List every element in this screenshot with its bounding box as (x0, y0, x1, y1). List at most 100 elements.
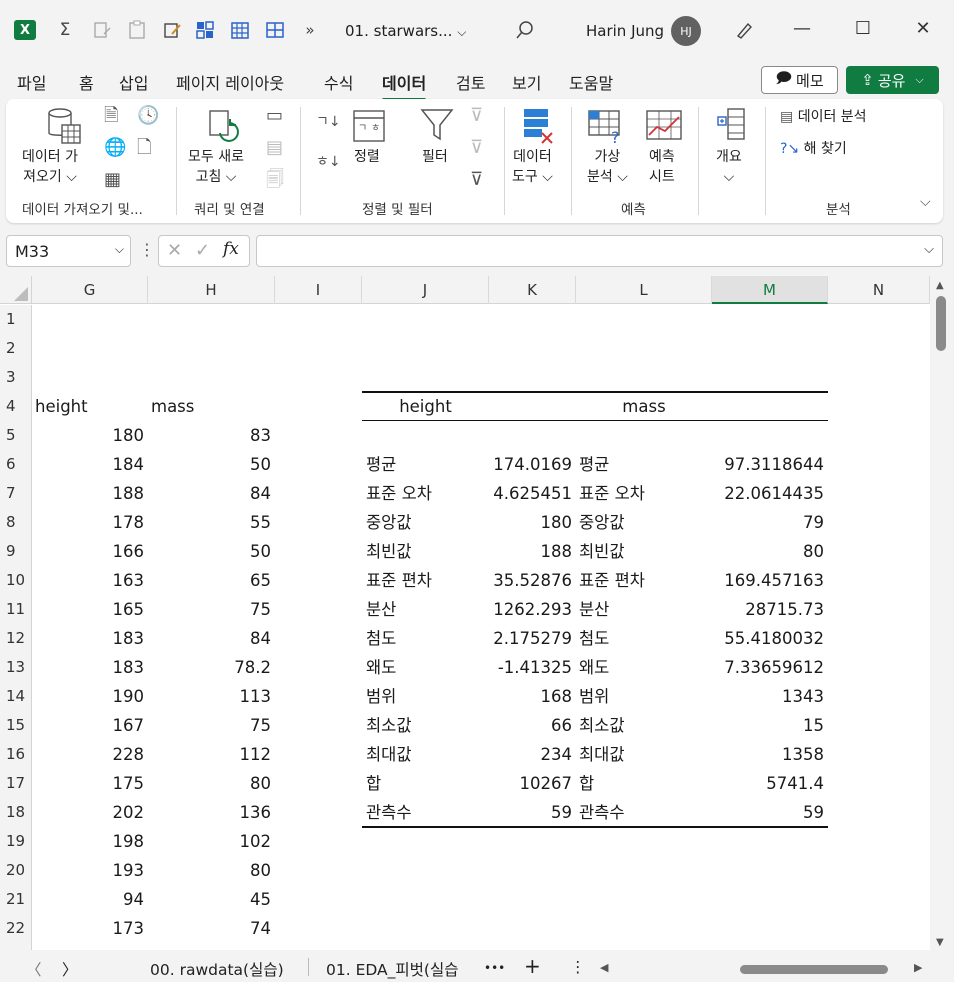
stat-value-cell[interactable]: 2.175279 (489, 624, 572, 653)
column-header-j[interactable]: J (362, 276, 489, 304)
enter-icon[interactable]: ✓ (195, 240, 210, 261)
row-header[interactable]: 15 (0, 711, 32, 740)
mass-value-cell[interactable]: 74 (148, 914, 271, 943)
row-header[interactable]: 11 (0, 595, 32, 624)
user-name[interactable]: Harin Jung (586, 22, 664, 40)
stat-value-cell[interactable]: 79 (712, 508, 824, 537)
pivot-icon[interactable] (193, 18, 217, 42)
stat-value-cell[interactable]: 15 (712, 711, 824, 740)
get-data-button[interactable]: 데이터 가 져오기 ⌵ (22, 147, 78, 187)
data-analysis-button[interactable]: ▤ 데이터 분석 (780, 107, 867, 127)
height-value-cell[interactable]: 184 (32, 450, 145, 479)
height-value-cell[interactable]: 180 (32, 421, 145, 450)
more-sheets-icon[interactable]: ••• (484, 961, 505, 975)
memo-button[interactable]: 🗩 메모 (761, 66, 838, 94)
height-value-cell[interactable]: 178 (32, 508, 145, 537)
height-value-cell[interactable]: 190 (32, 682, 145, 711)
stat-value-cell[interactable]: 174.0169 (489, 450, 572, 479)
stat-label-cell[interactable]: 평균 (366, 450, 486, 479)
height-value-cell[interactable]: 183 (32, 653, 145, 682)
stat-value-cell[interactable]: 1343 (712, 682, 824, 711)
height-value-cell[interactable]: 167 (32, 711, 145, 740)
height-value-cell[interactable]: 198 (32, 827, 145, 856)
queries-connections-icon[interactable]: ▭ (266, 107, 283, 125)
tab-insert[interactable]: 삽입 (119, 70, 148, 94)
edit-links-icon[interactable]: 🗐 (266, 171, 284, 189)
column-header-m[interactable]: M (712, 276, 828, 304)
stat-value-cell[interactable]: 5741.4 (712, 769, 824, 798)
stat-value-cell[interactable]: 188 (489, 537, 573, 566)
stat-value-cell[interactable]: 7.33659612 (712, 653, 824, 682)
mass-value-cell[interactable]: 84 (148, 624, 271, 653)
stat-label-cell[interactable]: 표준 편차 (366, 566, 486, 595)
mass-value-cell[interactable]: 75 (148, 711, 271, 740)
table-icon[interactable] (228, 18, 252, 42)
tab-file[interactable]: 파일 (17, 70, 46, 94)
refresh-all-button[interactable]: 모두 새로 고침 ⌵ (188, 147, 244, 187)
formula-bar-grip-icon[interactable]: ⋮ (139, 240, 155, 259)
height-value-cell[interactable]: 183 (32, 624, 145, 653)
existing-connections-icon[interactable]: 🗋 (137, 139, 151, 157)
vertical-scrollbar[interactable]: ▲ ▼ (930, 276, 954, 950)
stat-label-cell[interactable]: 합 (366, 769, 486, 798)
mass-value-cell[interactable]: 55 (148, 508, 271, 537)
add-sheet-button[interactable]: + (524, 954, 541, 978)
column-header-k[interactable]: K (489, 276, 576, 304)
sort-asc-icon[interactable]: ㄱ↓ (316, 115, 341, 129)
stat-label-cell[interactable]: 중앙값 (579, 508, 709, 537)
avatar[interactable]: HJ (671, 16, 701, 46)
column-header-l[interactable]: L (576, 276, 712, 304)
stat-label-cell[interactable]: 최소값 (579, 711, 709, 740)
row-header[interactable]: 20 (0, 856, 32, 885)
height-value-cell[interactable]: 188 (32, 479, 145, 508)
stat-value-cell[interactable]: 59 (712, 798, 824, 827)
stat-value-cell[interactable]: 4.625451 (489, 479, 572, 508)
document-title[interactable]: 01. starwars... ⌵ (345, 22, 466, 40)
minimize-icon[interactable]: — (790, 18, 814, 42)
header-cell-mass[interactable]: mass (151, 392, 261, 421)
tab-home[interactable]: 홈 (79, 70, 94, 94)
row-header[interactable]: 13 (0, 653, 32, 682)
column-header-i[interactable]: I (275, 276, 362, 304)
reapply-filter-icon[interactable]: ⊽ (470, 139, 483, 157)
row-header[interactable]: 22 (0, 914, 32, 943)
stat-value-cell[interactable]: 1262.293 (489, 595, 572, 624)
mass-value-cell[interactable]: 75 (148, 595, 271, 624)
stat-value-cell[interactable]: 55.4180032 (712, 624, 824, 653)
height-value-cell[interactable]: 193 (32, 856, 145, 885)
data-tools-button[interactable]: 데이터 도구 ⌵ (512, 147, 553, 187)
from-text-icon[interactable]: 🗎 (104, 107, 118, 125)
from-table-icon[interactable]: ▦ (104, 171, 121, 189)
expand-formula-icon[interactable]: ⌵ (924, 242, 934, 257)
stat-label-cell[interactable]: 왜도 (366, 653, 486, 682)
height-value-cell[interactable]: 228 (32, 740, 145, 769)
autosum-icon[interactable]: Σ (53, 18, 77, 42)
stat-label-cell[interactable]: 최빈값 (366, 537, 486, 566)
stat-value-cell[interactable]: 10267 (489, 769, 573, 798)
from-web-icon[interactable]: 🌐 (104, 139, 126, 157)
horizontal-scroll-thumb[interactable] (740, 965, 888, 974)
height-value-cell[interactable]: 165 (32, 595, 145, 624)
row-header[interactable]: 2 (0, 334, 32, 363)
row-header[interactable]: 19 (0, 827, 32, 856)
stat-label-cell[interactable]: 첨도 (579, 624, 709, 653)
paste-values-icon[interactable] (125, 18, 149, 42)
mass-value-cell[interactable]: 78.2 (148, 653, 271, 682)
advanced-filter-icon[interactable]: ⊽ (470, 171, 483, 189)
row-header[interactable]: 18 (0, 798, 32, 827)
stat-label-cell[interactable]: 왜도 (579, 653, 709, 682)
what-if-button[interactable]: 가상 분석 ⌵ (587, 147, 628, 187)
solver-button[interactable]: ?↘ 해 찾기 (780, 139, 847, 159)
row-header[interactable]: 8 (0, 508, 32, 537)
row-header[interactable]: 1 (0, 305, 32, 334)
stat-label-cell[interactable]: 분산 (579, 595, 709, 624)
tab-formulas[interactable]: 수식 (324, 70, 353, 94)
properties-icon[interactable]: ▤ (266, 139, 283, 157)
stat-value-cell[interactable]: 35.52876 (489, 566, 572, 595)
more-commands-icon[interactable]: » (298, 18, 322, 42)
mass-value-cell[interactable]: 80 (148, 769, 271, 798)
filter-button[interactable]: 필터 (422, 147, 448, 167)
collapse-ribbon-icon[interactable]: ⌵ (920, 195, 931, 209)
row-header[interactable]: 17 (0, 769, 32, 798)
row-header[interactable]: 14 (0, 682, 32, 711)
